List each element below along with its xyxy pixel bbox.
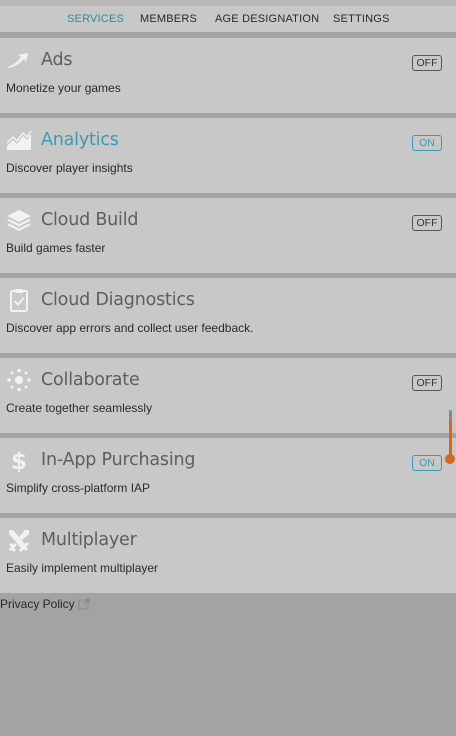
tab-age-designation[interactable]: AGE DESIGNATION [215,13,319,25]
svg-text:$: $ [11,449,27,472]
service-description: Create together seamlessly [6,401,153,415]
tab-members[interactable]: MEMBERS [140,13,197,25]
service-description: Discover player insights [6,161,133,175]
crossed-swords-icon [6,528,32,552]
service-toggle[interactable]: OFF [412,55,442,71]
service-toggle[interactable]: ON [412,455,442,471]
service-title: Cloud Build [41,210,139,230]
service-title: Analytics [41,130,119,150]
analytics-chart-icon [6,128,32,152]
service-card-collaborate[interactable]: Collaborate Create together seamlessly O… [0,358,456,433]
service-description: Easily implement multiplayer [6,561,159,575]
service-description: Build games faster [6,241,106,255]
cloud-build-layers-icon [6,208,32,232]
collaborate-icon [6,368,32,392]
service-card-in-app-purchasing[interactable]: $ In-App Purchasing Simplify cross-platf… [0,438,456,513]
service-card-cloud-diagnostics[interactable]: Cloud Diagnostics Discover app errors an… [0,278,456,353]
privacy-policy-label: Privacy Policy [0,597,75,611]
service-description: Monetize your games [6,81,121,95]
scrollbar-handle[interactable] [445,454,455,464]
service-toggle[interactable]: ON [412,135,442,151]
ads-arrow-icon [6,48,32,72]
service-description: Simplify cross-platform IAP [6,481,151,495]
service-card-ads[interactable]: Ads Monetize your games OFF [0,38,456,113]
external-link-icon [78,598,90,613]
tab-bar: SERVICES MEMBERS AGE DESIGNATION SETTING… [0,6,456,32]
service-title: Multiplayer [41,530,137,550]
service-title: Cloud Diagnostics [41,290,195,310]
service-description: Discover app errors and collect user fee… [6,321,254,335]
tab-settings[interactable]: SETTINGS [333,13,390,25]
service-toggle[interactable]: OFF [412,375,442,391]
clipboard-check-icon [6,288,32,312]
dollar-icon: $ [6,448,32,472]
scrollbar-thumb[interactable] [449,420,452,456]
service-title: In-App Purchasing [41,450,196,470]
service-title: Ads [41,50,73,70]
privacy-policy-link[interactable]: Privacy Policy [0,597,90,613]
service-title: Collaborate [41,370,140,390]
service-card-analytics[interactable]: Analytics Discover player insights ON [0,118,456,193]
service-card-cloud-build[interactable]: Cloud Build Build games faster OFF [0,198,456,273]
tab-services[interactable]: SERVICES [67,13,124,25]
service-card-multiplayer[interactable]: Multiplayer Easily implement multiplayer [0,518,456,593]
service-toggle[interactable]: OFF [412,215,442,231]
